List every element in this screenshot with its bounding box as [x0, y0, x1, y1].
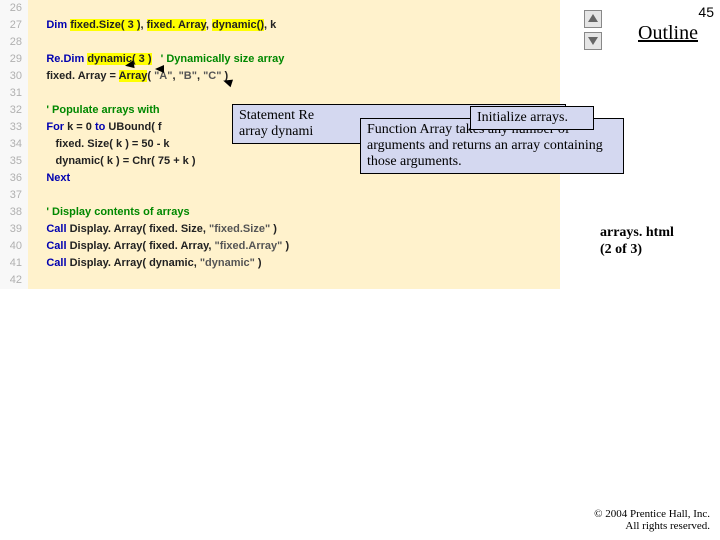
arrow-head-icon — [124, 60, 134, 69]
nav-up-icon[interactable] — [584, 10, 602, 28]
line-number: 32 — [0, 102, 28, 119]
line-number: 29 — [0, 51, 28, 68]
code-line: 38 ' Display contents of arrays — [0, 204, 560, 221]
file-label: arrays. html(2 of 3) — [600, 225, 710, 259]
line-number: 33 — [0, 119, 28, 136]
line-number: 42 — [0, 272, 28, 289]
line-number: 28 — [0, 34, 28, 51]
line-number: 37 — [0, 187, 28, 204]
code-line: 27 Dim fixed.Size( 3 ), fixed. Array, dy… — [0, 17, 560, 34]
nav-down-icon[interactable] — [584, 32, 602, 50]
code-line: 39 Call Display. Array( fixed. Size, "fi… — [0, 221, 560, 238]
line-number: 27 — [0, 17, 28, 34]
code-line: 30 fixed. Array = Array( "A", "B", "C" ) — [0, 68, 560, 85]
copyright: © 2004 Prentice Hall, Inc.All rights res… — [594, 508, 710, 532]
code-line: 42 — [0, 272, 560, 289]
code-line: 26 — [0, 0, 560, 17]
line-number: 26 — [0, 0, 28, 17]
line-number: 34 — [0, 136, 28, 153]
line-number: 30 — [0, 68, 28, 85]
outline-button[interactable]: Outline — [638, 22, 698, 45]
line-number: 39 — [0, 221, 28, 238]
page-number: 45 — [698, 4, 714, 20]
line-number: 38 — [0, 204, 28, 221]
code-line: 40 Call Display. Array( fixed. Array, "f… — [0, 238, 560, 255]
code-line: 29 Re.Dim dynamic( 3 ) ' Dynamically siz… — [0, 51, 560, 68]
line-number: 35 — [0, 153, 28, 170]
nav-buttons — [584, 10, 604, 54]
line-number: 36 — [0, 170, 28, 187]
code-line: 31 — [0, 85, 560, 102]
callout-initialize-arrays: Initialize arrays. — [470, 106, 594, 130]
code-line: 37 — [0, 187, 560, 204]
arrow-head-icon — [155, 65, 164, 73]
line-number: 40 — [0, 238, 28, 255]
line-number: 41 — [0, 255, 28, 272]
code-line: 41 Call Display. Array( dynamic, "dynami… — [0, 255, 560, 272]
code-line: 28 — [0, 34, 560, 51]
line-number: 31 — [0, 85, 28, 102]
